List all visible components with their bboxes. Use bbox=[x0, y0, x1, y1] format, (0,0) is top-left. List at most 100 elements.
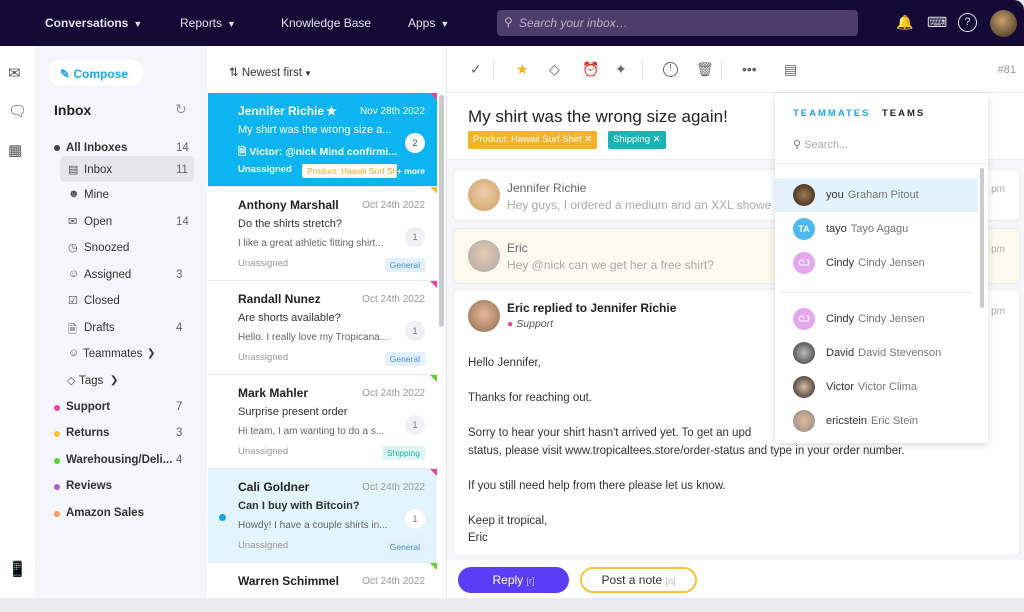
conversation-item[interactable]: Cali Goldner Oct 24th 2022 Can I buy wit… bbox=[208, 469, 437, 563]
magic-wand-icon[interactable]: ✦ bbox=[615, 61, 627, 78]
tab-teams[interactable]: TEAMS bbox=[882, 108, 925, 119]
conversation-item[interactable]: Randall Nunez Oct 24th 2022 Are shorts a… bbox=[208, 281, 437, 375]
assign-icon[interactable]: ▤ bbox=[784, 61, 797, 78]
close-icon[interactable]: ✕ bbox=[653, 134, 661, 145]
count: 4 bbox=[176, 454, 183, 466]
sort-icon: ⇅ bbox=[229, 67, 242, 79]
avatar bbox=[468, 179, 500, 211]
time: pm bbox=[991, 306, 1005, 317]
tag-chip[interactable]: Shipping ✕ bbox=[608, 131, 666, 149]
teammate-option[interactable]: ericstein Eric Stein bbox=[775, 404, 978, 438]
bell-icon[interactable]: 🔔 bbox=[896, 14, 913, 31]
full-name: Tayo Agagu bbox=[850, 223, 909, 235]
message-preview: Hey guys, I ordered a medium and an XXL … bbox=[507, 198, 772, 212]
teammate-search-input[interactable]: ⚲ Search... bbox=[793, 138, 848, 151]
post-note-button[interactable]: Post a note [n] bbox=[580, 567, 697, 593]
compose-button[interactable]: ✎ Compose bbox=[48, 60, 143, 86]
teammate-option[interactable]: Victor Victor Clima bbox=[775, 370, 978, 404]
conversation-item[interactable]: Warren Schimmel Oct 24th 2022 bbox=[208, 563, 437, 598]
check-icon[interactable]: ✓ bbox=[470, 61, 482, 78]
help-icon[interactable]: ? bbox=[958, 13, 977, 32]
top-nav: Conversations ▼ Reports ▼ Knowledge Base A… bbox=[0, 0, 1024, 46]
teammate-option[interactable]: CJ Cindy Cindy Jensen bbox=[775, 246, 978, 280]
avatar bbox=[793, 410, 815, 432]
message-count-badge: 1 bbox=[405, 509, 425, 529]
chevron-right-icon: ❯ bbox=[110, 375, 119, 386]
toolbar: ✓ ★ ◇ ⏰ ✦ ! 🗑 ••• ▤ #81 bbox=[447, 46, 1024, 93]
checkbox-icon: ☑ bbox=[68, 295, 78, 307]
dropdown-scrollbar[interactable] bbox=[980, 168, 984, 308]
trash-icon[interactable]: 🗑 bbox=[696, 61, 714, 78]
username: Cindy bbox=[826, 313, 855, 325]
unread-dot bbox=[219, 514, 226, 521]
tag-label: Product: Hawaii Surf Shirt bbox=[473, 134, 582, 145]
sidebar-item-closed[interactable]: ☑ Closed bbox=[35, 289, 207, 313]
conversation-item[interactable]: Mark Mahler Oct 24th 2022 Surprise prese… bbox=[208, 375, 437, 469]
inbox-label: ● Support bbox=[507, 318, 553, 330]
tag-icon[interactable]: ◇ bbox=[549, 61, 560, 78]
tag-badge: Product: Hawaii Surf Sh bbox=[302, 164, 397, 178]
tag-corner bbox=[430, 93, 437, 100]
hashtag-chat-icon[interactable]: ▦ bbox=[8, 141, 22, 159]
tag-corner bbox=[430, 187, 437, 194]
username: David bbox=[826, 347, 855, 359]
mail-icon[interactable]: ✉ bbox=[8, 64, 21, 82]
reply-button[interactable]: Reply [r] bbox=[458, 567, 569, 593]
sidebar-item-snoozed[interactable]: ◷ Snoozed bbox=[35, 236, 207, 260]
sidebar-tag-returns[interactable]: Returns 3 bbox=[35, 421, 207, 445]
sidebar-tag-support[interactable]: Support 7 bbox=[35, 395, 207, 419]
date: Oct 24th 2022 bbox=[362, 200, 425, 211]
sidebar-tag-reviews[interactable]: Reviews bbox=[35, 474, 207, 498]
refresh-icon[interactable]: ↻ bbox=[175, 101, 187, 118]
inbox-name: Support bbox=[516, 318, 554, 330]
chevron-down-icon: ▼ bbox=[227, 19, 236, 29]
close-icon[interactable]: ✕ bbox=[584, 134, 592, 145]
teammate-option[interactable]: CJ Cindy Cindy Jensen bbox=[775, 302, 978, 336]
conversation-item[interactable]: Anthony Marshall Oct 24th 2022 Do the sh… bbox=[208, 187, 437, 281]
more-icon[interactable]: ••• bbox=[742, 61, 757, 77]
sidebar-item-mine[interactable]: ☻ Mine bbox=[35, 183, 207, 207]
sidebar-item-inbox[interactable]: ▤ Inbox 11 bbox=[35, 156, 207, 182]
alarm-clock-icon[interactable]: ⏰ bbox=[582, 61, 599, 78]
sort-dropdown[interactable]: ⇅ Newest first ▼ bbox=[229, 65, 312, 79]
sidebar-tag-amazon-sales[interactable]: Amazon Sales bbox=[35, 501, 207, 525]
tag-chip[interactable]: Product: Hawaii Surf Shirt ✕ bbox=[468, 131, 598, 149]
contact-name: Randall Nunez bbox=[238, 292, 321, 306]
sidebar-tag-warehousing[interactable]: Warehousing/Deli... 4 bbox=[35, 448, 207, 472]
nav-conversations[interactable]: Conversations ▼ bbox=[45, 16, 142, 30]
note-label: Post a note bbox=[601, 573, 663, 587]
chat-icon[interactable]: 🗨 bbox=[8, 102, 27, 120]
nav-apps[interactable]: Apps ▼ bbox=[408, 16, 449, 30]
search-input[interactable]: ⚲ Search your inbox… bbox=[497, 10, 858, 36]
sidebar-item-teammates[interactable]: ☺ Teammates ❯ bbox=[35, 342, 207, 366]
full-name: Cindy Jensen bbox=[858, 313, 925, 325]
sidebar-item-drafts[interactable]: 🗎 Drafts 4 bbox=[35, 316, 207, 340]
tag-corner bbox=[430, 375, 437, 382]
date: Oct 24th 2022 bbox=[362, 294, 425, 305]
more-tags[interactable]: + more bbox=[397, 164, 425, 178]
star-icon[interactable]: ★ bbox=[326, 104, 337, 118]
sidebar-item-assigned[interactable]: ☺ Assigned 3 bbox=[35, 263, 207, 287]
tag-badge: General bbox=[384, 258, 425, 272]
teammate-option[interactable]: you Graham Pitout bbox=[775, 178, 978, 212]
count: 14 bbox=[176, 216, 189, 228]
star-icon[interactable]: ★ bbox=[516, 61, 529, 78]
alert-icon[interactable]: ! bbox=[663, 62, 678, 77]
nav-reports[interactable]: Reports ▼ bbox=[180, 16, 236, 30]
sidebar-item-open[interactable]: ✉ Open 14 bbox=[35, 210, 207, 234]
conversation-subject: My shirt was the wrong size again! bbox=[468, 107, 728, 126]
user-avatar[interactable] bbox=[990, 10, 1017, 37]
sidebar-item-tags[interactable]: ◇ Tags ❯ bbox=[35, 369, 207, 393]
note-icon: 🗎 bbox=[238, 146, 250, 158]
list-scrollbar[interactable] bbox=[439, 95, 444, 327]
keyboard-icon[interactable]: ⌨ bbox=[927, 14, 947, 31]
avatar bbox=[793, 376, 815, 398]
mobile-icon[interactable]: 📱 bbox=[8, 560, 27, 578]
tab-teammates[interactable]: TEAMMATES bbox=[793, 108, 870, 119]
nav-knowledge-base[interactable]: Knowledge Base bbox=[281, 16, 371, 30]
tag-icon: ◇ bbox=[67, 375, 76, 387]
teammate-option[interactable]: David David Stevenson bbox=[775, 336, 978, 370]
conversation-item[interactable]: Jennifer Richie ★ Nov 28th 2022 My shirt… bbox=[208, 93, 437, 187]
full-name: Graham Pitout bbox=[847, 189, 919, 201]
teammate-option[interactable]: TA tayo Tayo Agagu bbox=[775, 212, 978, 246]
